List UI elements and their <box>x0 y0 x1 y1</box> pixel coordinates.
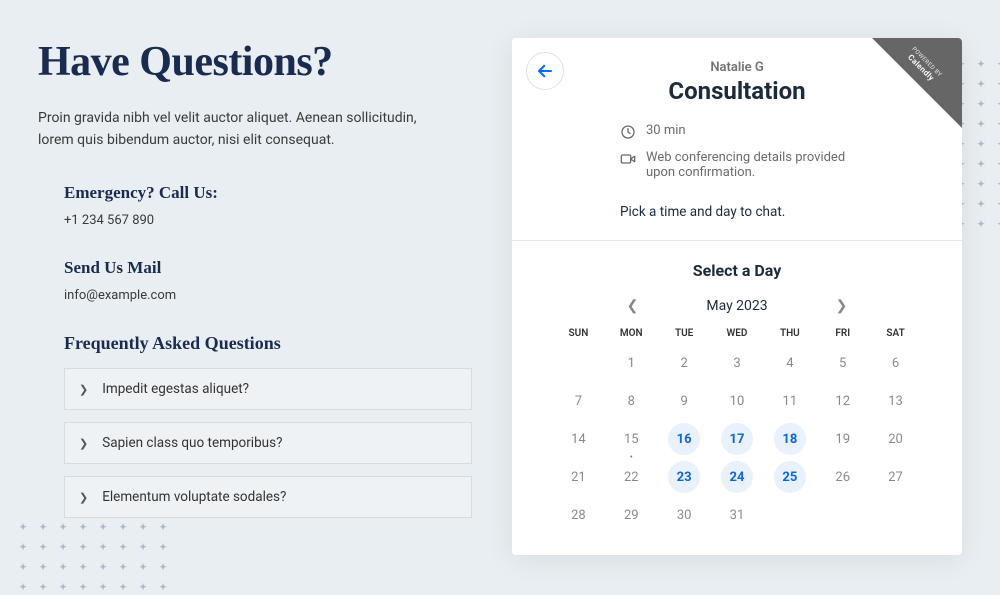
faq-item-2[interactable]: ❯ Elementum voluptate sodales? <box>64 476 472 518</box>
calendar-day <box>816 499 869 531</box>
calendar-day: 4 <box>763 347 816 379</box>
clock-icon <box>620 124 636 140</box>
video-icon <box>620 151 636 167</box>
calendar-day: 1 <box>605 347 658 379</box>
email-address: info@example.com <box>64 288 472 303</box>
booking-widget: POWERED BY Calendly Natalie G Consultati… <box>512 38 962 555</box>
calendar-day: 27 <box>869 461 922 493</box>
dow-label: SUN <box>552 328 605 339</box>
calendar-day: 9 <box>658 385 711 417</box>
calendar-day: 21 <box>552 461 605 493</box>
calendar-day <box>552 347 605 379</box>
faq-question: Sapien class quo temporibus? <box>102 435 282 451</box>
dow-label: TUE <box>658 328 711 339</box>
chevron-right-icon: ❯ <box>79 383 88 396</box>
chevron-right-icon: ❯ <box>79 437 88 450</box>
calendar-day-available[interactable]: 18 <box>774 423 806 455</box>
dow-label: WED <box>711 328 764 339</box>
calendar-day-available[interactable]: 23 <box>668 461 700 493</box>
conferencing-text: Web conferencing details provided upon c… <box>646 150 854 180</box>
calendar-day: 29 <box>605 499 658 531</box>
calendar-day: 6 <box>869 347 922 379</box>
phone-number: +1 234 567 890 <box>64 213 472 228</box>
month-label: May 2023 <box>706 298 767 314</box>
calendar-day: 26 <box>816 461 869 493</box>
mail-heading: Send Us Mail <box>64 258 472 278</box>
calendar-day <box>763 499 816 531</box>
faq-item-1[interactable]: ❯ Sapien class quo temporibus? <box>64 422 472 464</box>
calendar-day: 14 <box>552 423 605 455</box>
calendar-day: 15• <box>605 423 658 455</box>
calendar-day: 19 <box>816 423 869 455</box>
calendar-day: 8 <box>605 385 658 417</box>
calendar-day <box>869 499 922 531</box>
faq-item-0[interactable]: ❯ Impedit egestas aliquet? <box>64 368 472 410</box>
duration-text: 30 min <box>646 123 686 138</box>
calendar-day: 10 <box>711 385 764 417</box>
calendar-day: 12 <box>816 385 869 417</box>
calendar-day-available[interactable]: 17 <box>721 423 753 455</box>
faq-heading: Frequently Asked Questions <box>64 333 472 354</box>
calendar-day-available[interactable]: 25 <box>774 461 806 493</box>
calendar-day: 2 <box>658 347 711 379</box>
arrow-left-icon <box>536 62 554 80</box>
page-title: Have Questions? <box>38 38 472 86</box>
faq-question: Impedit egestas aliquet? <box>102 381 249 397</box>
calendar-day: 3 <box>711 347 764 379</box>
dow-label: THU <box>763 328 816 339</box>
calendar-day: 7 <box>552 385 605 417</box>
calendar-day: 22 <box>605 461 658 493</box>
back-button[interactable] <box>526 52 564 90</box>
faq-question: Elementum voluptate sodales? <box>102 489 286 505</box>
dow-label: FRI <box>816 328 869 339</box>
calendar-day: 13 <box>869 385 922 417</box>
calendar-day: 30 <box>658 499 711 531</box>
calendar-day: 11 <box>763 385 816 417</box>
prev-month-button[interactable]: ❮ <box>619 294 647 318</box>
calendar-day-available[interactable]: 16 <box>668 423 700 455</box>
emergency-heading: Emergency? Call Us: <box>64 183 472 203</box>
dow-label: MON <box>605 328 658 339</box>
lead-text: Proin gravida nibh vel velit auctor aliq… <box>38 108 438 151</box>
calendar-day: 5 <box>816 347 869 379</box>
calendar-day: 28 <box>552 499 605 531</box>
dow-label: SAT <box>869 328 922 339</box>
chevron-right-icon: ❯ <box>79 491 88 504</box>
calendar-day: 31 <box>711 499 764 531</box>
next-month-button[interactable]: ❯ <box>828 294 856 318</box>
widget-description: Pick a time and day to chat. <box>512 204 962 240</box>
calendar-day: 20 <box>869 423 922 455</box>
select-day-heading: Select a Day <box>512 241 962 294</box>
calendar-day-available[interactable]: 24 <box>721 461 753 493</box>
